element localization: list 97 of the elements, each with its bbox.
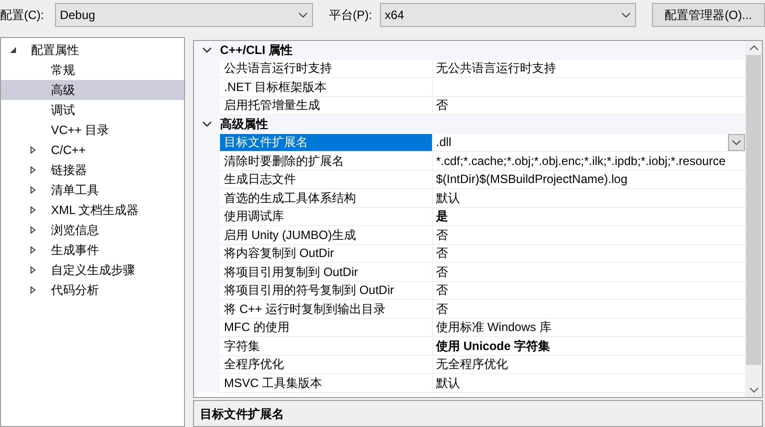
scrollbar-thumb[interactable] <box>746 55 761 365</box>
value-cell[interactable]: 无全程序优化 <box>433 356 745 374</box>
value-cell[interactable]: 否 <box>433 263 745 282</box>
value-cell[interactable]: 否 <box>433 244 745 263</box>
property-name[interactable]: 目标文件扩展名 <box>220 134 433 152</box>
tree-item[interactable]: 自定义生成步骤 <box>51 261 135 279</box>
tree-item[interactable]: C/C++ <box>51 141 86 159</box>
property-name[interactable]: 将项目引用的符号复制到 OutDir <box>220 282 433 300</box>
value-cell[interactable]: 否 <box>433 226 745 244</box>
property-name[interactable]: 启用托管增量生成 <box>220 96 433 115</box>
property-value: 默认 <box>436 190 460 207</box>
tree-item[interactable]: 浏览信息 <box>51 221 99 239</box>
tree-item[interactable]: 调试 <box>51 101 75 119</box>
tree-item-highlight[interactable]: 浏览信息 <box>1 220 184 240</box>
property-name[interactable]: 全程序优化 <box>220 356 433 374</box>
tree-item-highlight[interactable]: 清单工具 <box>1 180 184 200</box>
value-cell[interactable]: 默认 <box>433 374 745 392</box>
platform-dropdown[interactable]: x64 <box>380 3 636 27</box>
config-dropdown[interactable]: Debug <box>54 3 313 27</box>
value-cell[interactable]: 使用 Unicode 字符集 <box>433 337 745 356</box>
property-value: 否 <box>436 245 448 262</box>
property-name[interactable]: 启用 Unity (JUMBO)生成 <box>220 226 433 244</box>
property-value: 否 <box>436 300 448 318</box>
property-value: 否 <box>436 97 448 114</box>
tree-item-highlight[interactable]: 自定义生成步骤 <box>1 260 184 280</box>
property-name[interactable]: 将 C++ 运行时复制到输出目录 <box>220 300 433 318</box>
tree-item[interactable]: 代码分析 <box>51 281 99 299</box>
tree-item-highlight[interactable]: XML 文档生成器 <box>1 200 184 220</box>
collapsed-caret-icon[interactable] <box>29 266 37 274</box>
property-value: .dll <box>436 134 452 152</box>
property-name[interactable]: 将项目引用复制到 OutDir <box>220 263 433 282</box>
property-value: 无公共语言运行时支持 <box>436 60 556 78</box>
property-name[interactable]: .NET 目标框架版本 <box>220 78 433 96</box>
value-cell[interactable]: .dll <box>433 134 745 152</box>
tree-item-highlight[interactable]: C/C++ <box>1 140 184 160</box>
collapsed-caret-icon[interactable] <box>29 286 37 294</box>
tree-item-highlight[interactable]: 生成事件 <box>1 240 184 260</box>
collapsed-caret-icon[interactable] <box>29 146 37 154</box>
category-header[interactable]: C++/CLI 属性 <box>220 41 293 60</box>
property-name[interactable]: 使用调试库 <box>220 208 433 226</box>
tree-item-highlight[interactable]: VC++ 目录 <box>1 120 184 140</box>
tree-item[interactable]: 清单工具 <box>51 181 99 199</box>
value-cell[interactable]: 否 <box>433 96 745 115</box>
expanded-caret-icon[interactable] <box>9 46 17 54</box>
tree-item[interactable]: XML 文档生成器 <box>51 201 139 219</box>
property-name[interactable]: 清除时要删除的扩展名 <box>220 152 433 170</box>
collapsed-caret-icon[interactable] <box>29 166 37 174</box>
property-name[interactable]: 将内容复制到 OutDir <box>220 244 433 263</box>
dropdown-button[interactable] <box>728 134 745 151</box>
property-name[interactable]: 生成日志文件 <box>220 170 433 189</box>
platform-label: 平台(P): <box>328 7 374 24</box>
tree-item-highlight[interactable]: 链接器 <box>1 160 184 180</box>
chevron-down-icon[interactable] <box>202 47 212 54</box>
tree-item[interactable]: 高级 <box>51 81 75 99</box>
collapsed-caret-icon[interactable] <box>29 206 37 214</box>
tree-item[interactable]: 生成事件 <box>51 241 99 259</box>
description-title: 目标文件扩展名 <box>200 406 285 423</box>
property-value: 否 <box>436 282 448 300</box>
collapsed-caret-icon[interactable] <box>29 226 37 234</box>
scrollbar[interactable] <box>745 41 762 397</box>
tree-item[interactable]: VC++ 目录 <box>51 121 110 139</box>
property-name[interactable]: 公共语言运行时支持 <box>220 60 433 78</box>
property-value: 否 <box>436 226 448 244</box>
property-value: 使用 Unicode 字符集 <box>436 338 550 355</box>
value-cell[interactable]: 否 <box>433 300 745 318</box>
chevron-down-icon[interactable] <box>202 121 212 128</box>
category-header[interactable]: 高级属性 <box>220 115 268 134</box>
property-value: $(IntDir)$(MSBuildProjectName).log <box>436 171 628 188</box>
tree-item-highlight[interactable]: 常规 <box>1 60 184 80</box>
chevron-down-icon <box>620 12 631 18</box>
property-value: 无全程序优化 <box>436 356 508 374</box>
tree-item-highlight[interactable]: 代码分析 <box>1 280 184 300</box>
chevron-down-icon <box>298 12 308 18</box>
value-cell[interactable]: 默认 <box>433 189 745 208</box>
value-cell[interactable]: 是 <box>433 208 745 226</box>
value-cell[interactable]: 否 <box>433 282 745 300</box>
value-cell[interactable]: 无公共语言运行时支持 <box>433 60 745 78</box>
collapsed-caret-icon[interactable] <box>29 186 37 194</box>
property-value: 否 <box>436 264 448 281</box>
property-name[interactable]: MSVC 工具集版本 <box>220 374 433 392</box>
property-value: 默认 <box>436 374 460 392</box>
property-name[interactable]: 首选的生成工具体系结构 <box>220 189 433 208</box>
property-name[interactable]: MFC 的使用 <box>220 318 433 337</box>
property-name[interactable]: 字符集 <box>220 337 433 356</box>
property-value: 是 <box>436 208 448 226</box>
tree-item[interactable]: 配置属性 <box>31 41 79 59</box>
value-cell[interactable]: $(IntDir)$(MSBuildProjectName).log <box>433 170 745 189</box>
tree-item[interactable]: 链接器 <box>51 161 87 179</box>
chevron-down-icon <box>732 140 741 145</box>
collapsed-caret-icon[interactable] <box>29 246 37 254</box>
tree-item-highlight[interactable]: 调试 <box>1 100 184 120</box>
configuration-manager-button[interactable]: 配置管理器(O)... <box>652 3 765 27</box>
value-cell[interactable]: 使用标准 Windows 库 <box>433 318 745 337</box>
config-label: 配置(C): <box>0 7 45 24</box>
property-value: 使用标准 Windows 库 <box>436 319 552 336</box>
tree-item-highlight[interactable]: 高级 <box>1 80 184 100</box>
tree-item[interactable]: 常规 <box>51 61 75 79</box>
